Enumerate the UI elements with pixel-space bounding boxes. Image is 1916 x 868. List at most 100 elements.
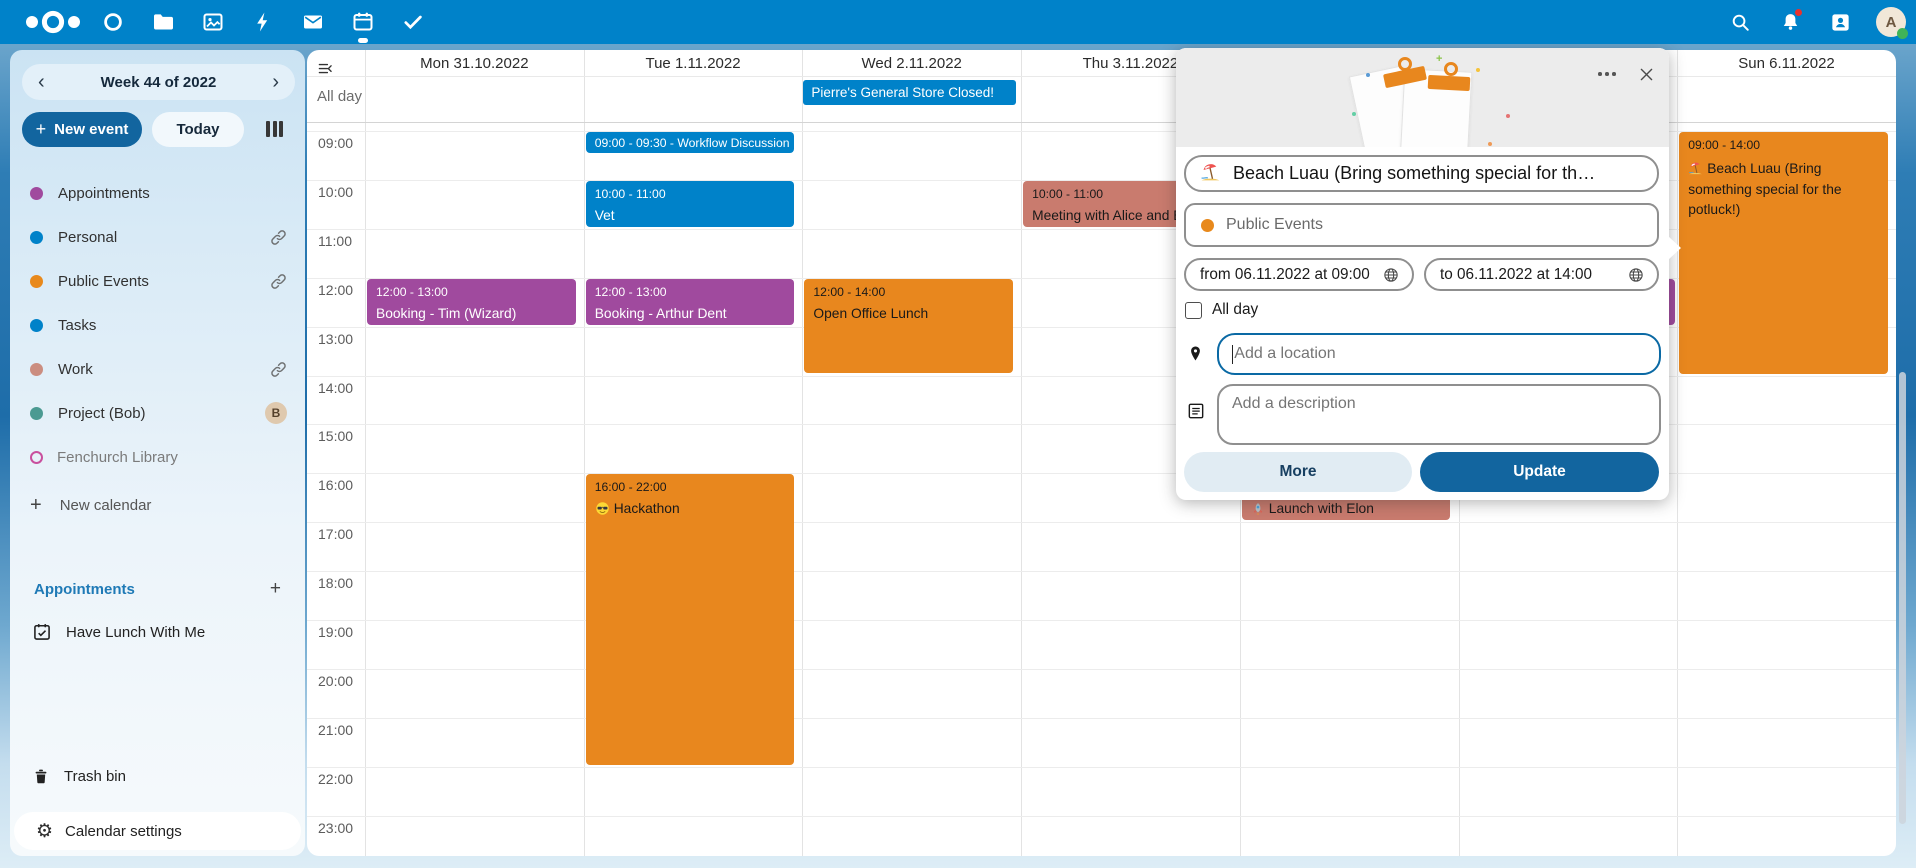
calendar-sidebar: ‹ Week 44 of 2022 › + New event Today Ap…	[10, 50, 305, 856]
calendar-event[interactable]: 12:00 - 13:00Booking - Arthur Dent	[586, 279, 795, 325]
column-divider	[1021, 50, 1022, 856]
calendar-event[interactable]: 12:00 - 13:00Booking - Tim (Wizard)	[367, 279, 576, 325]
day-header[interactable]: Tue 1.11.2022	[584, 55, 803, 73]
all-day-event[interactable]: Pierre's General Store Closed!	[803, 80, 1016, 105]
week-view-icon[interactable]	[266, 121, 283, 137]
shared-link-icon[interactable]	[270, 273, 287, 290]
photos-app-icon[interactable]	[199, 7, 226, 37]
new-event-button[interactable]: + New event	[22, 112, 142, 147]
calendar-picker[interactable]: Public Events	[1184, 203, 1659, 247]
calendar-event[interactable]: 16:00 - 22:00Hackathon	[586, 474, 795, 764]
update-button[interactable]: Update	[1420, 452, 1659, 492]
top-bar-right: A	[1726, 0, 1906, 44]
event-title-text: Meeting with Alice and B	[1032, 208, 1182, 223]
illustration-clip-ring	[1398, 57, 1412, 71]
calendar-color-dot	[30, 231, 43, 244]
activity-app-icon[interactable]	[249, 7, 276, 37]
confetti	[1476, 68, 1480, 72]
trash-bin-item[interactable]: Trash bin	[10, 754, 305, 798]
end-datetime-input[interactable]: to 06.11.2022 at 14:00	[1424, 258, 1659, 291]
calendar-check-icon	[32, 622, 52, 642]
previous-week-button[interactable]: ‹	[38, 72, 45, 92]
shared-link-icon[interactable]	[270, 361, 287, 378]
event-title-value: Beach Luau (Bring something special for …	[1233, 163, 1595, 184]
calendar-name: Work	[58, 361, 270, 378]
day-header[interactable]: Mon 31.10.2022	[365, 55, 584, 73]
timezone-globe-icon[interactable]	[1382, 266, 1400, 284]
sidebar-calendar-item[interactable]: Work	[10, 347, 305, 391]
contacts-icon[interactable]	[1826, 8, 1854, 36]
add-appointment-button[interactable]: +	[270, 578, 281, 600]
nextcloud-logo[interactable]	[22, 8, 84, 36]
calendar-settings-label: Calendar settings	[65, 823, 182, 840]
calendar-app-icon[interactable]	[349, 7, 376, 37]
description-input[interactable]: Add a description	[1217, 384, 1661, 445]
checkbox-icon[interactable]	[1185, 302, 1202, 319]
event-title-input[interactable]: Beach Luau (Bring something special for …	[1184, 155, 1659, 192]
day-header[interactable]: Sun 6.11.2022	[1677, 55, 1896, 73]
tasks-app-icon[interactable]	[399, 7, 426, 37]
event-title-text: Launch with Elon	[1269, 501, 1374, 516]
calendar-event[interactable]: 09:00 - 14:00Beach Luau (Bring something…	[1679, 132, 1888, 374]
calendar-color-dot	[30, 407, 43, 420]
calendar-color-dot	[30, 363, 43, 376]
event-time: 10:00 - 11:00	[1032, 187, 1103, 201]
appointments-header-label: Appointments	[34, 581, 135, 598]
end-datetime-value: to 06.11.2022 at 14:00	[1440, 266, 1592, 284]
user-avatar[interactable]: A	[1876, 7, 1906, 37]
sidebar-calendar-item[interactable]: Public Events	[10, 259, 305, 303]
event-title: Booking - Tim (Wizard)	[376, 306, 571, 321]
next-week-button[interactable]: ›	[272, 72, 279, 92]
day-header[interactable]: Wed 2.11.2022	[802, 55, 1021, 73]
search-icon[interactable]	[1726, 8, 1754, 36]
location-pin-icon	[1187, 343, 1204, 364]
calendar-name: Public Events	[58, 273, 270, 290]
hour-line	[307, 522, 1896, 523]
illustration-clip	[1428, 75, 1471, 91]
close-icon[interactable]	[1635, 63, 1658, 86]
sidebar-calendar-item[interactable]: Fenchurch Library	[10, 435, 305, 479]
location-input[interactable]: Add a location	[1217, 333, 1661, 375]
scrollbar-thumb[interactable]	[1899, 372, 1906, 824]
new-event-label: New event	[54, 121, 128, 138]
appointments-section-header: Appointments +	[34, 578, 281, 600]
circle-app-icon[interactable]	[99, 7, 126, 37]
sidebar-calendar-item[interactable]: Personal	[10, 215, 305, 259]
mail-app-icon[interactable]	[299, 7, 326, 37]
files-app-icon[interactable]	[149, 7, 176, 37]
sidebar-calendar-item[interactable]: Appointments	[10, 171, 305, 215]
new-calendar-button[interactable]: + New calendar	[10, 483, 305, 527]
more-options-icon[interactable]	[1594, 68, 1620, 80]
time-label: 23:00	[318, 820, 353, 836]
plus-icon: +	[36, 119, 47, 140]
beach-emoji	[1688, 159, 1703, 180]
column-divider	[802, 50, 803, 856]
today-button[interactable]: Today	[152, 112, 244, 147]
confetti	[1352, 112, 1356, 116]
time-label: 21:00	[318, 722, 353, 738]
illustration-clip-ring	[1444, 62, 1458, 76]
sidebar-calendar-item[interactable]: Tasks	[10, 303, 305, 347]
notifications-bell-icon[interactable]	[1776, 8, 1804, 36]
calendar-settings-button[interactable]: ⚙ Calendar settings	[14, 812, 301, 850]
sidebar-calendar-item[interactable]: Project (Bob)B	[10, 391, 305, 435]
calendar-event[interactable]: 12:00 - 14:00 Open Office Lunch	[804, 279, 1013, 374]
notification-badge	[1795, 9, 1802, 16]
event-time: 12:00 - 13:00	[595, 285, 667, 299]
event-title-text: Open Office Lunch	[813, 306, 928, 321]
calendar-event[interactable]: 10:00 - 11:00Vet	[586, 181, 795, 227]
top-bar: A	[0, 0, 1916, 44]
shared-link-icon[interactable]	[270, 229, 287, 246]
more-button[interactable]: More	[1184, 452, 1412, 492]
start-datetime-input[interactable]: from 06.11.2022 at 09:00	[1184, 258, 1414, 291]
calendar-event[interactable]: 09:00 - 09:30 - Workflow Discussion	[586, 132, 795, 153]
time-label: 10:00	[318, 184, 353, 200]
appointment-item[interactable]: Have Lunch With Me	[10, 610, 305, 654]
all-day-checkbox[interactable]: All day	[1185, 301, 1258, 319]
collapse-all-day-icon[interactable]	[317, 61, 333, 77]
timezone-globe-icon[interactable]	[1627, 266, 1645, 284]
description-placeholder: Add a description	[1232, 395, 1356, 413]
today-label: Today	[176, 121, 219, 138]
event-time: 12:00 - 14:00	[813, 285, 885, 299]
event-title: Open Office Lunch	[813, 306, 1008, 321]
